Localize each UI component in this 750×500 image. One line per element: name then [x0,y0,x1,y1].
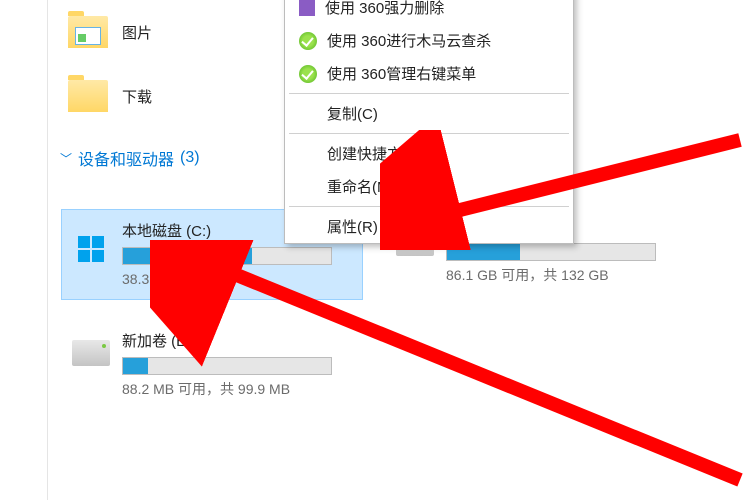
menu-separator [289,206,569,207]
windows-icon [72,230,110,268]
menu-label: 使用 360强力删除 [325,0,444,18]
folder-icon [68,16,108,48]
disk-icon [72,340,110,366]
chevron-down-icon: ﹀ [60,150,72,167]
drive-e[interactable]: 新加卷 (E:) 88.2 MB 可用，共 99.9 MB [62,320,382,409]
menu-separator [289,133,569,134]
section-title: 设备和驱动器 [78,146,174,170]
drive-usage-bar [446,243,656,261]
drive-info: 88.2 MB 可用，共 99.9 MB [122,379,372,399]
shred-icon [299,0,315,16]
drive-info: 38.3 GB 可 [122,269,352,289]
menu-label: 创建快捷方式(S) [327,143,437,164]
folder-label: 图片 [122,22,152,43]
menu-item-360-scan[interactable]: 使用 360进行木马云查杀 [285,24,573,57]
menu-item-360-delete[interactable]: 使用 360强力删除 [285,0,573,24]
drive-name: 新加卷 (E:) [122,330,372,351]
menu-label: 重命名(M) [327,176,395,197]
drive-info: 86.1 GB 可用，共 132 GB [446,265,676,285]
menu-item-copy[interactable]: 复制(C) [285,97,573,130]
drives-row-2: 新加卷 (E:) 88.2 MB 可用，共 99.9 MB [62,320,382,409]
menu-label: 使用 360进行木马云查杀 [327,30,491,51]
folder-icon [68,80,108,112]
section-count: (3) [180,149,200,167]
menu-separator [289,93,569,94]
folder-label: 下载 [122,86,152,107]
menu-item-properties[interactable]: 属性(R) [285,210,573,243]
menu-item-rename[interactable]: 重命名(M) [285,170,573,203]
360-icon [299,32,317,50]
360-icon [299,65,317,83]
menu-item-360-rightclick[interactable]: 使用 360管理右键菜单 [285,57,573,90]
menu-item-shortcut[interactable]: 创建快捷方式(S) [285,137,573,170]
menu-label: 复制(C) [327,103,378,124]
drive-usage-bar [122,357,332,375]
context-menu: 使用 360强力删除 使用 360进行木马云查杀 使用 360管理右键菜单 复制… [284,0,574,244]
menu-label: 使用 360管理右键菜单 [327,63,476,84]
left-rail [0,0,48,500]
drive-usage-bar [122,247,332,265]
menu-label: 属性(R) [327,216,378,237]
